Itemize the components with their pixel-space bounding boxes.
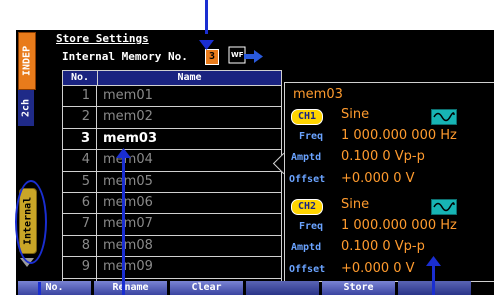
softkey-blank-4[interactable] [246,281,319,295]
detail-memory-name: mem03 [293,87,343,102]
row-number: 9 [63,257,97,278]
callout-ring-internal-tab [15,180,47,264]
table-row[interactable]: 9 mem09 [63,257,281,279]
ch2-offset-value: +0.000 0 V [341,261,415,276]
ch1-freq-value: 1 000.000 000 Hz [341,128,457,143]
callout-line-offset [432,262,435,295]
callout-arrow-offset [426,256,441,266]
softkey-clear[interactable]: Clear [170,281,243,295]
row-number: 1 [63,86,97,107]
callout-arrow-memory-icon [199,40,214,50]
table-row[interactable]: 8 mem08 [63,235,281,258]
memory-number-label: Internal Memory No. [62,50,188,63]
ch2-freq-label: Freq [299,221,324,232]
row-name: mem02 [103,109,153,125]
ch1-badge: CH1 [291,109,323,125]
row-number: 3 [63,128,97,150]
row-number: 4 [63,150,97,171]
row-number: 6 [63,192,97,214]
softkey-rename[interactable]: Rename [94,281,167,295]
indep-mode-tag: INDEP [18,32,36,90]
sine-wave-icon [431,199,457,215]
ch1-amptd-label: Amptd [291,152,322,163]
ch2-amptd-value: 0.100 0 Vp-p [341,239,425,254]
table-header: No. Name [63,71,281,86]
ch1-freq-label: Freq [299,131,324,142]
column-header-no: No. [63,71,98,85]
row-number: 2 [63,107,97,128]
memory-table: No. Name 1 mem01 2 mem02 3 mem03 4 mem04 5 me… [62,70,282,295]
ch1-offset-value: +0.000 0 V [341,171,415,186]
table-row[interactable]: 5 mem05 [63,171,281,193]
row-number: 5 [63,171,97,192]
ch2-offset-label: Offset [289,264,326,275]
ch2-amptd-label: Amptd [291,242,322,253]
row-number: 8 [63,235,97,257]
table-row[interactable]: 7 mem07 [63,214,281,236]
ch1-waveform: Sine [341,107,370,122]
sine-wave-icon [431,109,457,125]
row-name: mem03 [103,130,157,146]
row-name: mem01 [103,88,153,103]
callout-arrow-name [116,148,131,158]
svg-text:WF: WF [231,51,244,59]
callout-line-name [122,150,125,295]
page-title: Store Settings [56,32,149,45]
ch1-offset-label: Offset [289,174,326,185]
ch2-badge: CH2 [291,199,323,215]
table-row-selected[interactable]: 3 mem03 [63,128,281,151]
table-row[interactable]: 6 mem06 [63,192,281,215]
table-row[interactable]: 1 mem01 [63,86,281,108]
ch1-amptd-value: 0.100 0 Vp-p [341,149,425,164]
ch2-freq-value: 1 000.000 000 Hz [341,218,457,233]
column-header-name: Name [177,72,202,83]
callout-line-softkey-no [38,282,41,295]
memory-detail-panel: mem03 CH1 Sine Freq 1 000.000 000 Hz Amp… [284,82,494,282]
row-number: 7 [63,214,97,235]
softkey-store[interactable]: Store [322,281,395,295]
wf-arrow-icon: WF [228,46,263,64]
memory-number-icon[interactable]: 3 [205,49,219,65]
instrument-screen: INDEP 2ch Internal Store Settings Intern… [16,30,494,295]
softkey-no[interactable]: No. [18,281,91,295]
channel-count-tag: 2ch [18,90,34,126]
table-row[interactable]: 2 mem02 [63,107,281,129]
callout-line-memory-number [205,0,208,34]
table-row[interactable]: 4 mem04 [63,150,281,172]
ch2-waveform: Sine [341,197,370,212]
softkey-bar: No. Rename Clear Store [16,281,494,295]
